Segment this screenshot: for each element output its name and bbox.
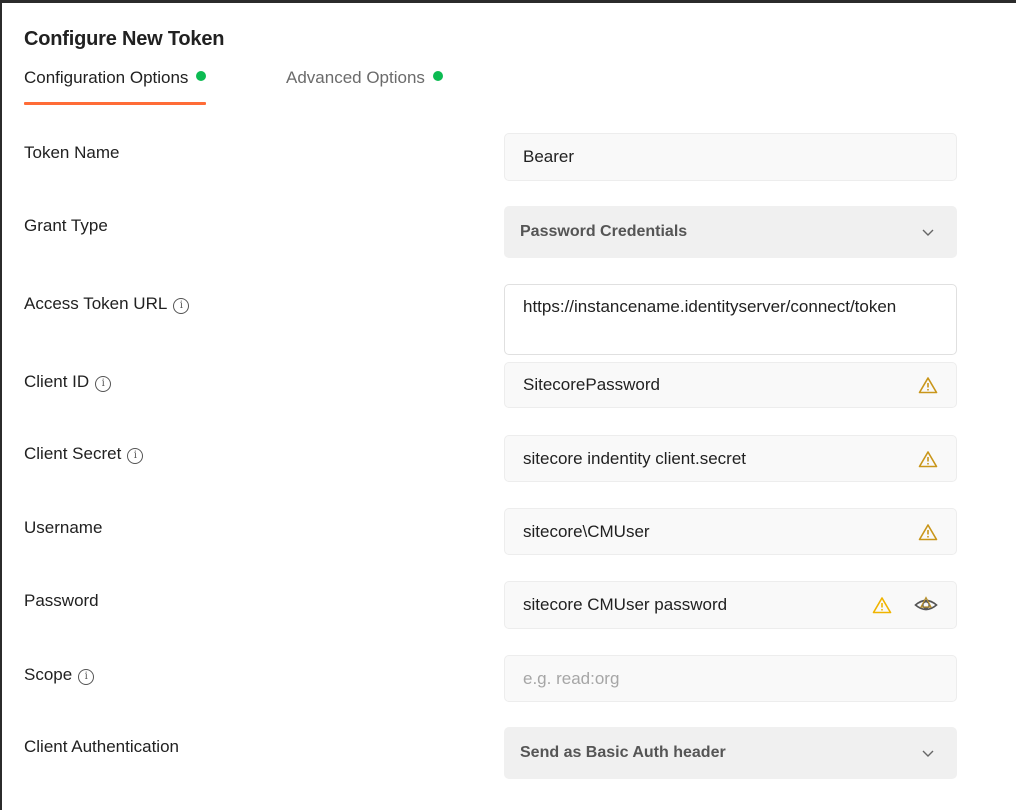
scope-placeholder: e.g. read:org [523, 668, 620, 688]
username-label: Username [24, 518, 103, 537]
eye-icon[interactable] [914, 595, 938, 615]
dialog-title: Configure New Token [24, 28, 225, 50]
chevron-down-icon [922, 750, 934, 757]
info-icon[interactable]: i [173, 298, 190, 314]
client-authentication-select[interactable]: Send as Basic Auth header [504, 727, 957, 779]
client-id-label-text: Client ID [24, 372, 90, 391]
access-token-url-label-text: Access Token URL [24, 294, 168, 313]
token-name-value: Bearer [523, 147, 575, 166]
client-id-label: Client ID i [24, 372, 112, 392]
scope-label: Scope i [24, 665, 95, 685]
info-icon[interactable]: i [95, 376, 112, 392]
grant-type-select[interactable]: Password Credentials [504, 206, 957, 258]
warning-icon [918, 523, 938, 540]
scope-input[interactable]: e.g. read:org [504, 655, 957, 702]
password-value: sitecore CMUser password [523, 595, 728, 614]
token-name-input[interactable]: Bearer [504, 133, 957, 181]
access-token-url-value: https://instancename.identityserver/conn… [523, 297, 897, 316]
info-icon[interactable]: i [78, 669, 95, 685]
client-authentication-value: Send as Basic Auth header [520, 744, 726, 761]
tab-configuration-options[interactable]: Configuration Options [24, 68, 207, 106]
client-secret-value: sitecore indentity client.secret [523, 448, 746, 468]
tab-label: Advanced Options [286, 68, 425, 87]
status-dot-icon [196, 71, 207, 81]
client-secret-label: Client Secret i [24, 444, 144, 464]
client-id-input[interactable]: SitecorePassword [504, 362, 957, 408]
grant-type-label: Grant Type [24, 216, 108, 235]
client-secret-label-text: Client Secret [24, 444, 122, 463]
client-authentication-label: Client Authentication [24, 737, 179, 756]
access-token-url-label: Access Token URL i [24, 294, 190, 314]
scope-label-text: Scope [24, 665, 73, 684]
chevron-down-icon [922, 229, 934, 236]
username-value: sitecore\CMUser [523, 521, 650, 541]
warning-icon [918, 377, 938, 394]
grant-type-value: Password Credentials [520, 223, 688, 240]
password-input[interactable]: sitecore CMUser password [504, 581, 957, 629]
warning-icon [872, 597, 892, 614]
warning-icon [918, 450, 938, 467]
access-token-url-input[interactable]: https://instancename.identityserver/conn… [504, 284, 957, 355]
password-label: Password [24, 591, 99, 610]
username-input[interactable]: sitecore\CMUser [504, 508, 957, 555]
client-secret-input[interactable]: sitecore indentity client.secret [504, 435, 957, 482]
client-id-value: SitecorePassword [523, 375, 661, 394]
tab-advanced-options[interactable]: Advanced Options [286, 68, 443, 106]
status-dot-icon [432, 71, 443, 81]
info-icon[interactable]: i [127, 448, 144, 464]
active-tab-underline [24, 102, 207, 105]
token-name-label: Token Name [24, 143, 120, 162]
tab-label: Configuration Options [24, 68, 189, 87]
